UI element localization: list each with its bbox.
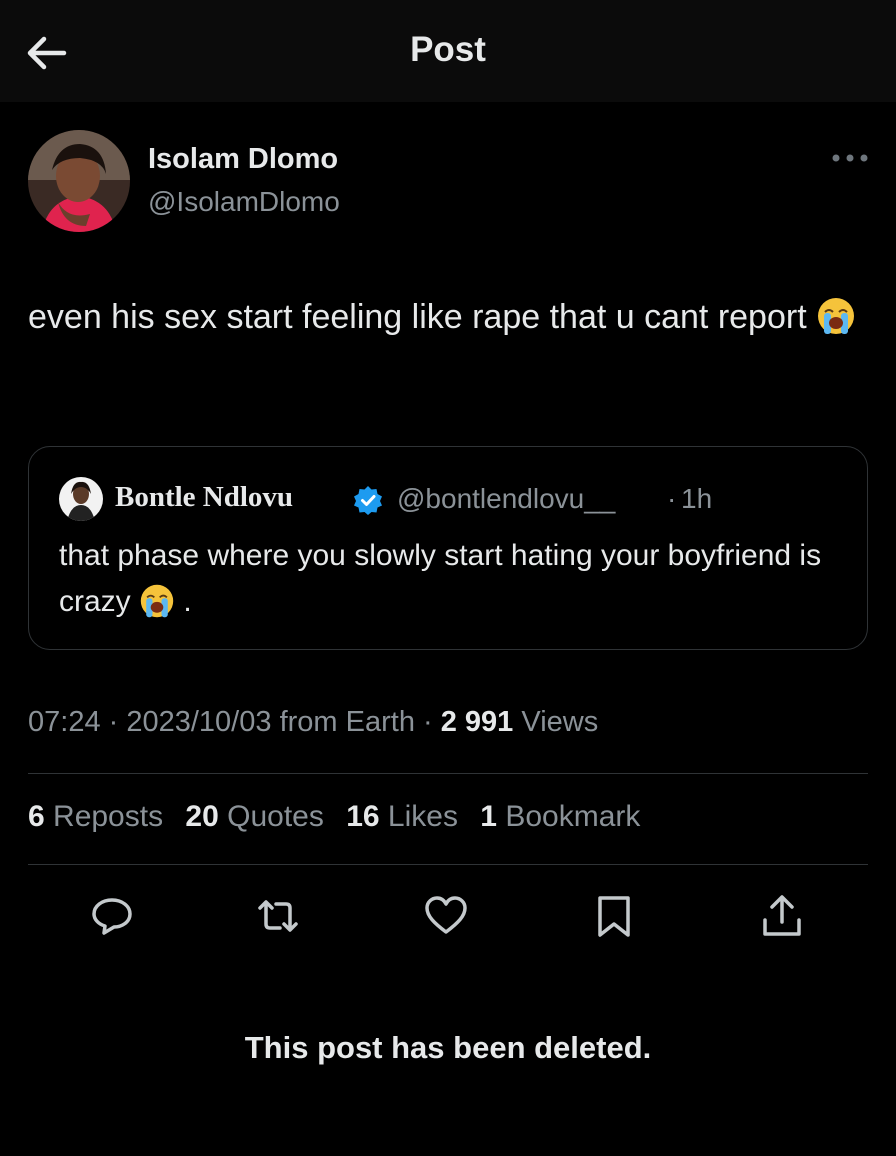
reposts-stat[interactable]: 6 Reposts xyxy=(28,800,163,834)
quote-avatar xyxy=(59,477,103,521)
divider xyxy=(28,773,868,774)
bookmark-button[interactable] xyxy=(590,892,638,940)
post-body: even his sex start feeling like rape tha… xyxy=(28,298,807,336)
post-time: 07:24 xyxy=(28,706,101,738)
avatar[interactable] xyxy=(28,130,130,232)
share-icon xyxy=(763,895,801,936)
divider xyxy=(28,864,868,865)
meta-separator: · xyxy=(414,706,441,738)
post-text: even his sex start feeling like rape tha… xyxy=(28,290,858,344)
repost-button[interactable] xyxy=(254,892,302,940)
likes-count: 16 xyxy=(346,800,380,833)
loudly-crying-face-icon xyxy=(818,298,855,334)
loudly-crying-face-icon xyxy=(140,584,174,618)
post-meta: 07:24 · 2023/10/03 from Earth · 2 991 Vi… xyxy=(28,706,598,739)
deleted-notice: This post has been deleted. xyxy=(244,1030,652,1065)
post-stats: 6 Reposts 20 Quotes 16 Likes 1 Bookmark xyxy=(28,800,654,834)
quote-separator: · xyxy=(667,483,677,514)
meta-separator: · xyxy=(100,706,127,738)
quote-trailing: . xyxy=(183,585,192,618)
bookmarks-label: Bookmark xyxy=(496,800,641,833)
post-date: 2023/10/03 xyxy=(126,706,272,738)
bookmarks-stat[interactable]: 1 Bookmark xyxy=(480,800,640,834)
reposts-count: 6 xyxy=(28,800,45,833)
bookmarks-count: 1 xyxy=(480,800,497,833)
quote-text: that phase where you slowly start hating… xyxy=(59,533,839,625)
verified-badge-icon xyxy=(354,486,382,515)
quote-timestamp: 1h xyxy=(681,483,713,514)
share-button[interactable] xyxy=(758,892,806,940)
reposts-label: Reposts xyxy=(44,800,164,833)
likes-label: Likes xyxy=(379,800,458,833)
quote-author-handle: @bontlendlovu__ xyxy=(397,483,616,514)
top-bar: Post xyxy=(0,0,896,102)
like-button[interactable] xyxy=(422,892,470,940)
author-name[interactable]: Isolam Dlomo xyxy=(148,143,338,176)
reply-icon xyxy=(92,898,132,935)
more-dots-icon xyxy=(832,154,868,162)
quotes-count: 20 xyxy=(185,800,219,833)
quotes-label: Quotes xyxy=(218,800,324,833)
author-handle[interactable]: @IsolamDlomo xyxy=(148,186,340,218)
like-icon xyxy=(425,896,467,934)
more-options-button[interactable] xyxy=(828,148,872,168)
likes-stat[interactable]: 16 Likes xyxy=(346,800,458,834)
quote-author-name: Bontle Ndlovu xyxy=(115,481,294,513)
quoted-post-card[interactable]: Bontle Ndlovu @bontlendlovu__ · 1h that … xyxy=(28,446,868,650)
post-source: from Earth xyxy=(271,706,415,738)
repost-icon xyxy=(258,900,298,932)
views-label: Views xyxy=(513,706,599,738)
quotes-stat[interactable]: 20 Quotes xyxy=(185,800,323,834)
bookmark-icon xyxy=(598,896,630,937)
reply-button[interactable] xyxy=(88,892,136,940)
page-title: Post xyxy=(410,30,486,69)
views-count: 2 991 xyxy=(440,706,514,738)
